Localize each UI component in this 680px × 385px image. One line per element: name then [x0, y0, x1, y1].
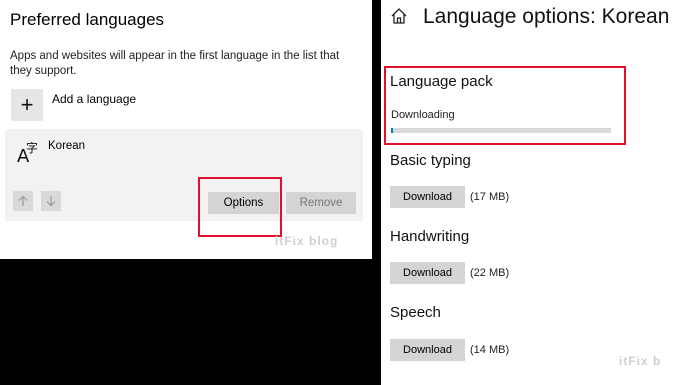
- handwriting-size: (22 MB): [470, 267, 510, 279]
- watermark: itFix b: [619, 354, 662, 368]
- language-list-item[interactable]: A 字 Korean Options Remove: [5, 129, 363, 221]
- add-language-label[interactable]: Add a language: [52, 92, 136, 106]
- watermark: itFix blog: [275, 234, 339, 248]
- move-down-button[interactable]: [41, 191, 61, 211]
- handwriting-title: Handwriting: [390, 228, 470, 245]
- language-options-panel: Language options: Korean Language pack D…: [381, 0, 680, 385]
- speech-size: (14 MB): [470, 344, 510, 356]
- basic-typing-title: Basic typing: [390, 152, 471, 169]
- basic-typing-size: (17 MB): [470, 191, 510, 203]
- description: Apps and websites will appear in the fir…: [10, 50, 340, 77]
- remove-button[interactable]: Remove: [286, 192, 356, 214]
- language-name: Korean: [48, 140, 86, 152]
- language-glyph-icon: A 字: [17, 140, 38, 166]
- language-pack-highlight-box: [384, 66, 626, 145]
- speech-download-button[interactable]: Download: [390, 339, 465, 361]
- add-language-button[interactable]: +: [11, 89, 43, 121]
- speech-title: Speech: [390, 304, 441, 321]
- home-button[interactable]: [386, 3, 412, 29]
- preferred-languages-panel: Preferred languages Apps and websites wi…: [0, 0, 372, 259]
- move-up-button[interactable]: [13, 191, 33, 211]
- page-title: Language options: Korean: [423, 5, 670, 28]
- options-highlight-box: [198, 177, 282, 237]
- basic-typing-download-button[interactable]: Download: [390, 186, 465, 208]
- handwriting-download-button[interactable]: Download: [390, 262, 465, 284]
- page-title: Preferred languages: [10, 10, 165, 29]
- arrow-down-icon: [46, 196, 56, 207]
- svg-text:字: 字: [26, 140, 38, 155]
- home-icon: [391, 8, 407, 24]
- plus-icon: +: [20, 92, 34, 117]
- arrow-up-icon: [18, 195, 28, 206]
